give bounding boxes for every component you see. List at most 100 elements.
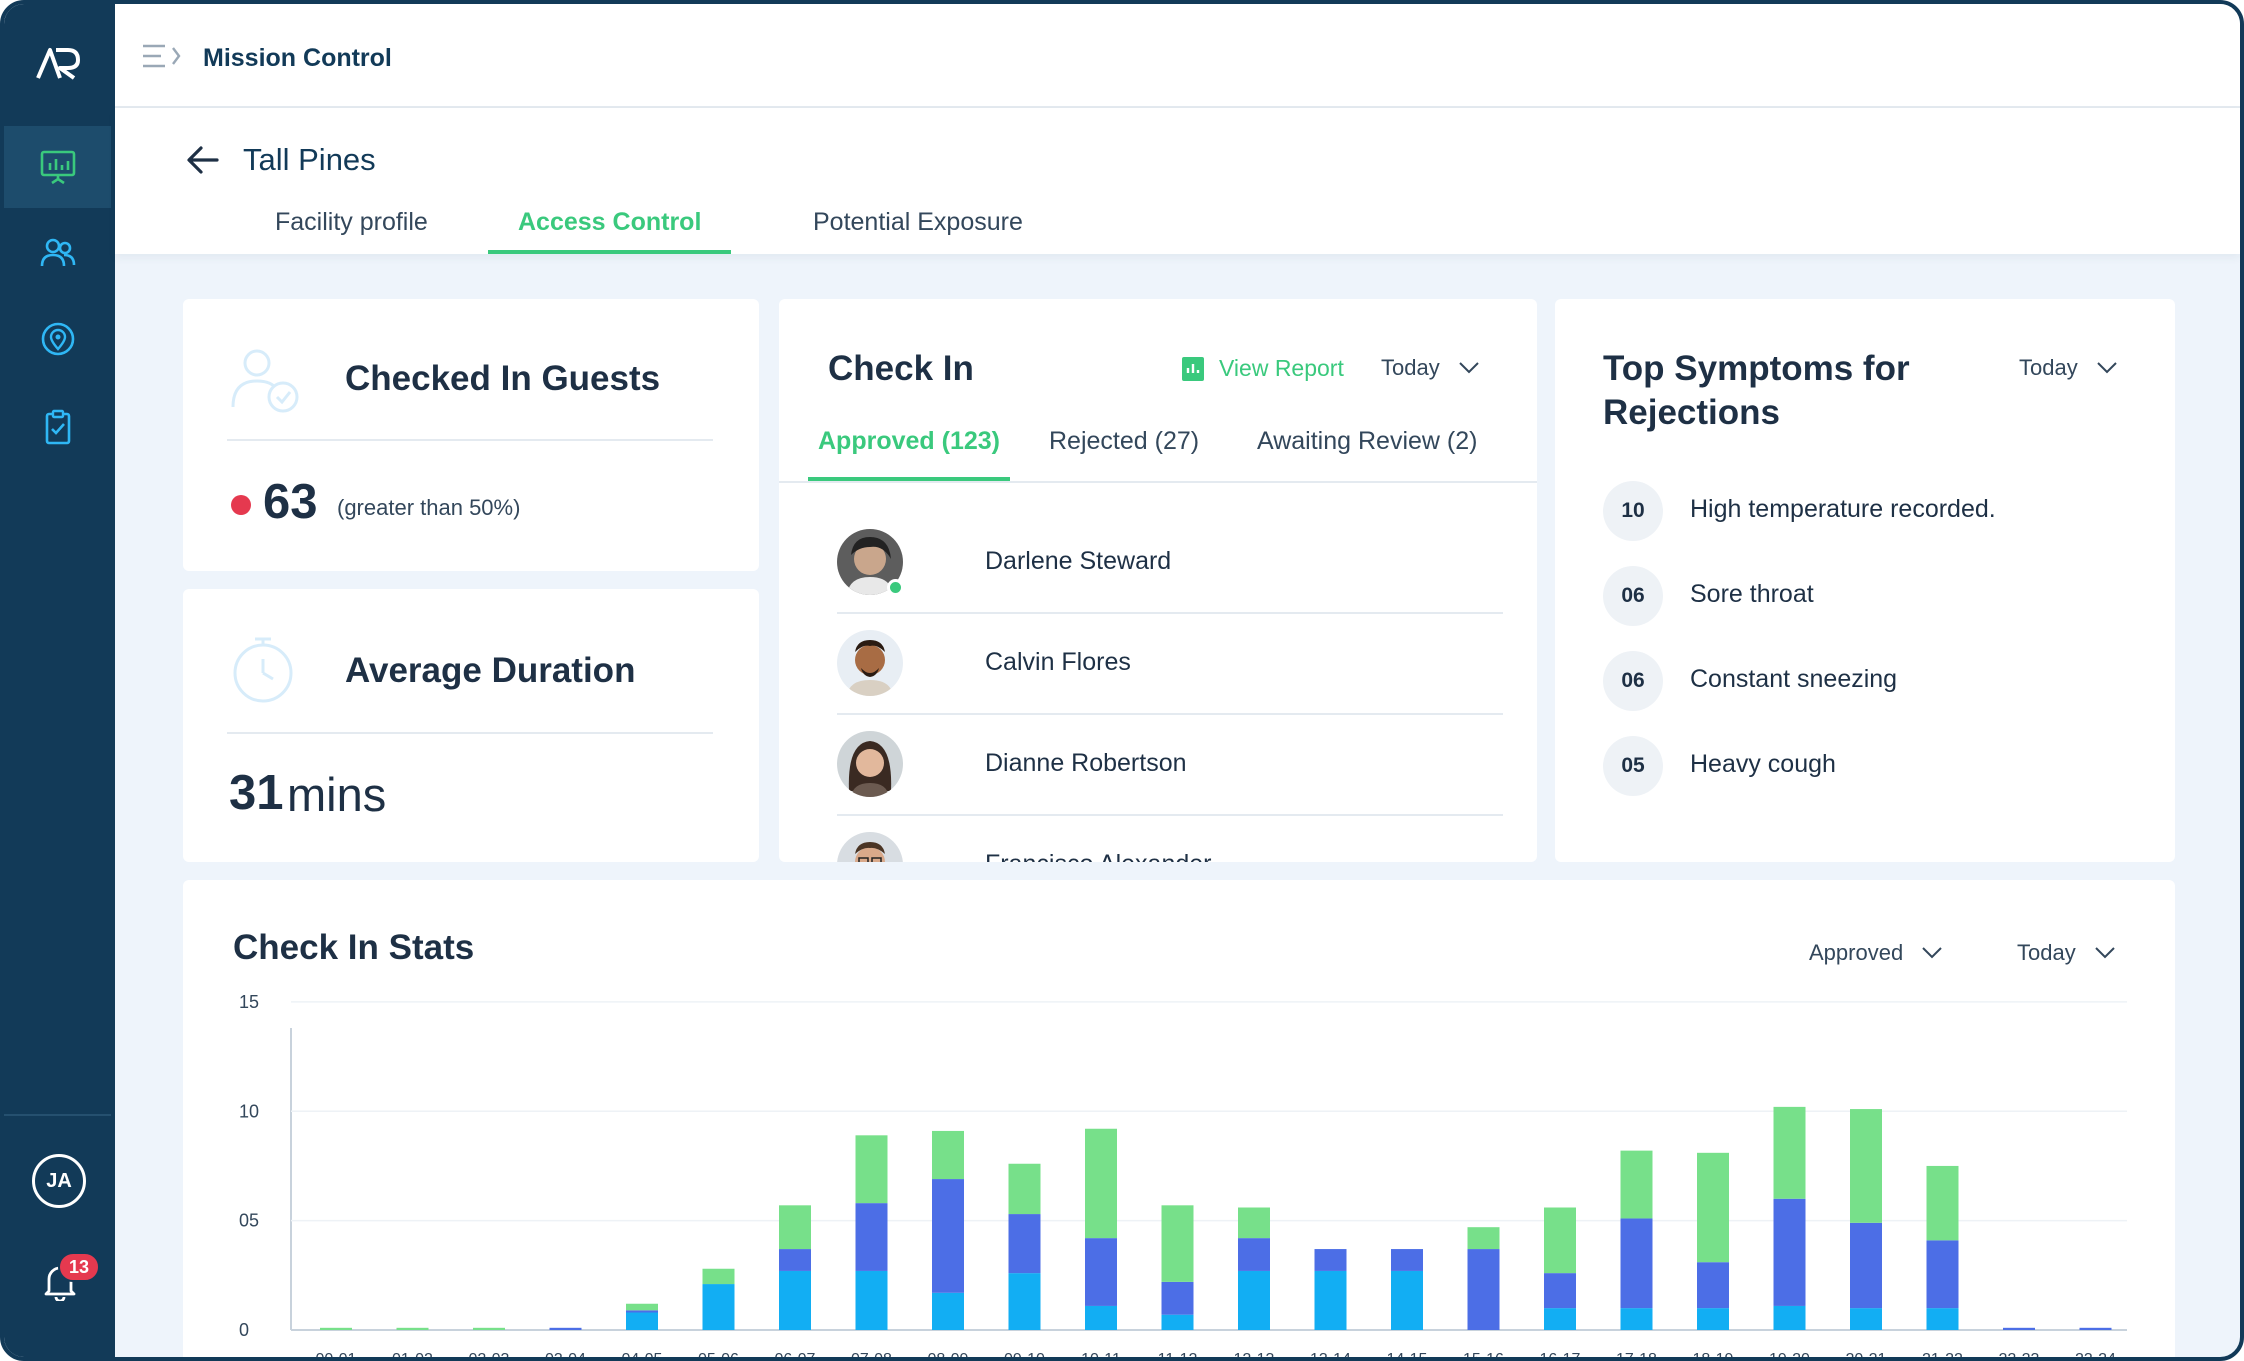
bar-segment[interactable] [1238,1238,1270,1271]
back-arrow-icon[interactable] [185,142,221,178]
bar-segment[interactable] [1620,1308,1653,1330]
symptom-label: Heavy cough [1690,750,1836,778]
bar-segment[interactable] [1467,1227,1500,1250]
bar-segment[interactable] [1697,1152,1729,1263]
symptoms-period-dropdown[interactable]: Today [2019,355,2118,381]
checked-in-note: (greater than 50%) [337,495,521,520]
bar-segment[interactable] [932,1130,964,1180]
bar-segment[interactable] [1161,1314,1194,1330]
tab-rejected[interactable]: Rejected (27) [1049,427,1199,481]
menu-toggle-icon[interactable] [141,42,185,72]
x-tick-label: 21-22 [1922,1351,1963,1361]
bar-segment[interactable] [1008,1273,1041,1330]
bar-segment[interactable] [2003,1327,2035,1330]
bar-segment[interactable] [1008,1163,1041,1215]
tab-access-control[interactable]: Access Control [488,208,732,254]
divider [227,439,713,441]
bar-segment[interactable] [626,1312,658,1331]
tab-approved[interactable]: Approved (123) [808,427,1010,481]
status-dot [231,495,251,515]
tab-potential-exposure[interactable]: Potential Exposure [813,208,1023,254]
x-tick-label: 09-10 [1004,1351,1045,1361]
x-tick-label: 13-14 [1310,1351,1351,1361]
bar-segment[interactable] [1620,1218,1653,1309]
bar-segment[interactable] [1391,1270,1423,1330]
average-duration-card: Average Duration 31 mins [183,589,759,862]
list-item[interactable]: Darlene Steward [837,513,1503,614]
bar-segment[interactable] [932,1179,964,1293]
view-report-link[interactable]: View Report [1181,355,1344,382]
bar-segment[interactable] [1773,1198,1806,1306]
bar-segment[interactable] [1697,1262,1729,1309]
bar-segment[interactable] [702,1268,735,1285]
list-item[interactable]: Calvin Flores [837,614,1503,715]
bar-segment[interactable] [2079,1327,2112,1330]
sidebar-item-locations[interactable] [4,298,111,380]
symptom-label: Sore throat [1690,580,1814,608]
bar-segment[interactable] [1314,1249,1347,1271]
bar-segment[interactable] [1850,1308,1882,1330]
bar-segment[interactable] [1238,1207,1270,1239]
bar-segment[interactable] [320,1327,352,1330]
bar-segment[interactable] [855,1203,888,1271]
bar-segment[interactable] [1314,1270,1347,1330]
bar-segment[interactable] [1544,1207,1576,1274]
sidebar-item-checklist[interactable] [4,386,111,468]
bar-segment[interactable] [626,1310,658,1313]
clipboard-check-icon [45,409,70,445]
bar-segment[interactable] [1391,1249,1423,1271]
bar-segment[interactable] [1085,1305,1117,1330]
bar-segment[interactable] [1697,1308,1729,1330]
list-item[interactable]: Dianne Robertson [837,715,1503,816]
bar-segment[interactable] [1008,1214,1041,1274]
bar-segment[interactable] [549,1327,582,1330]
bar-segment[interactable] [855,1270,888,1330]
bar-segment[interactable] [855,1135,888,1204]
person-photo-icon [837,731,903,797]
bar-segment[interactable] [932,1292,964,1330]
app-logo[interactable] [34,44,84,84]
tab-awaiting-review[interactable]: Awaiting Review (2) [1257,427,1477,481]
bar-segment[interactable] [1085,1238,1117,1306]
bar-segment[interactable] [1850,1109,1882,1223]
avatar [837,832,903,862]
bar-segment[interactable] [1926,1165,1959,1241]
bar-segment[interactable] [1850,1222,1882,1309]
bar-segment[interactable] [1161,1205,1194,1282]
bar-segment[interactable] [1620,1150,1653,1219]
period-label: Today [1381,355,1440,380]
bar-segment[interactable] [1926,1308,1959,1330]
bar-segment[interactable] [1085,1128,1117,1239]
x-tick-label: 14-15 [1387,1351,1428,1361]
symptom-count: 05 [1603,736,1663,796]
bar-segment[interactable] [1544,1308,1576,1330]
x-tick-label: 18-19 [1693,1351,1734,1361]
bar-segment[interactable] [702,1284,735,1330]
bar-segment[interactable] [779,1205,811,1250]
bar-segment[interactable] [1773,1106,1806,1199]
bar-segment[interactable] [626,1303,658,1311]
bar-segment[interactable] [1544,1273,1576,1309]
sidebar-item-dashboard[interactable] [4,126,111,208]
bar-segment[interactable] [1773,1305,1806,1330]
bar-segment[interactable] [1238,1270,1270,1330]
avatar[interactable]: JA [32,1154,86,1208]
app-frame: JA 13 Mission Control Tall Pines Facilit… [0,0,2244,1361]
person-name: Francisco Alexander [985,850,1212,862]
bar-segment[interactable] [1926,1240,1959,1309]
app-title: Mission Control [203,44,392,72]
guest-check-icon [231,349,299,413]
bar-segment[interactable] [779,1270,811,1330]
bar-segment[interactable] [1467,1249,1500,1330]
check-in-period-dropdown[interactable]: Today [1381,355,1480,381]
tab-facility-profile[interactable]: Facility profile [275,208,428,254]
bar-segment[interactable] [1161,1281,1194,1315]
top-symptoms-title-line1: Top Symptoms for [1603,349,1910,388]
sidebar-item-users[interactable] [4,212,111,294]
avatar [837,731,903,797]
bar-segment[interactable] [779,1249,811,1271]
list-item[interactable]: Francisco Alexander [837,816,1503,862]
average-duration-unit: mins [287,768,387,821]
bar-segment[interactable] [396,1327,429,1330]
bar-segment[interactable] [473,1327,505,1330]
